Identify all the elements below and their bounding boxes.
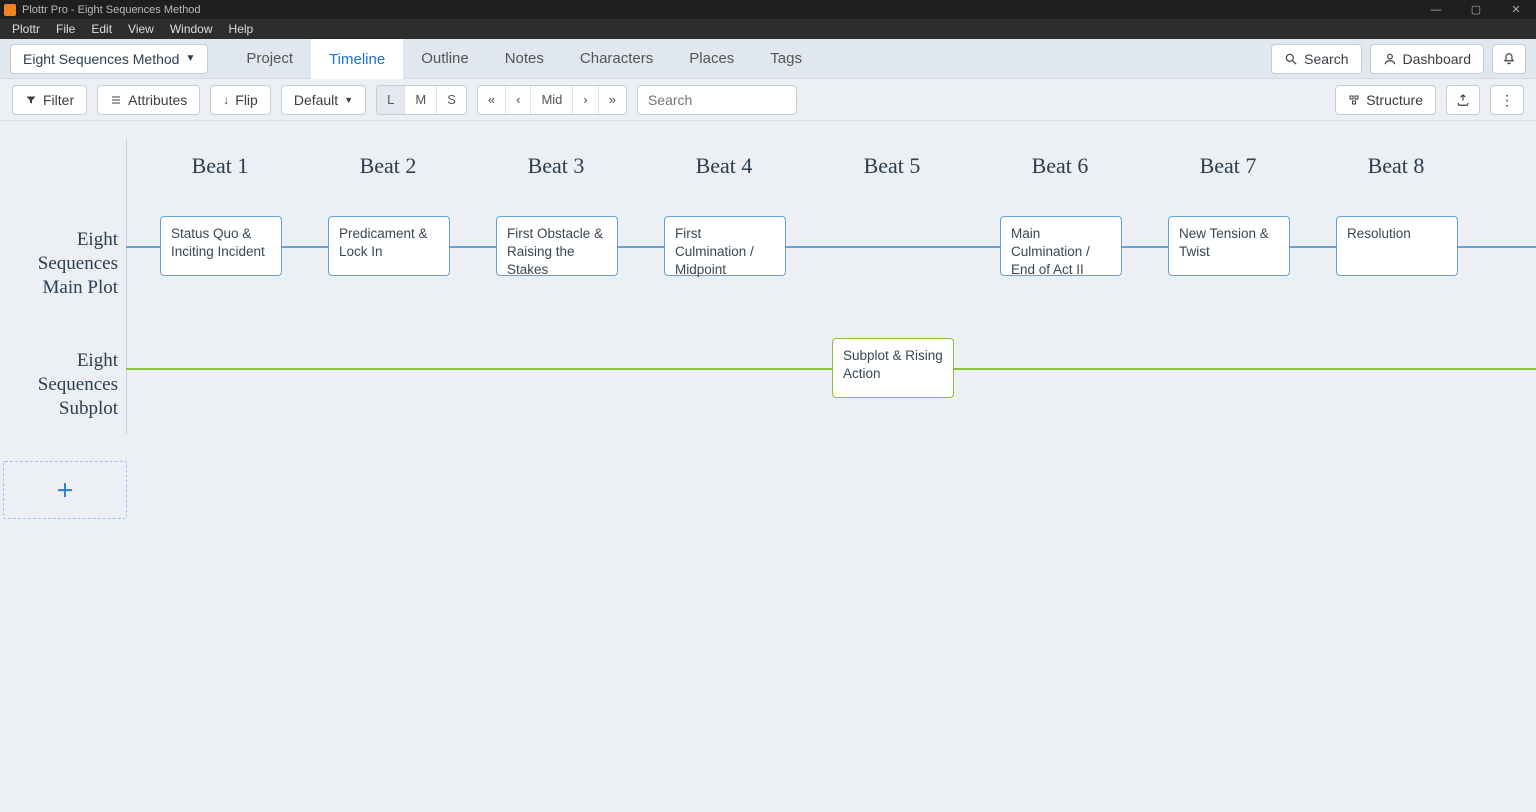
size-segments: L M S [376,85,467,115]
scene-card[interactable]: New Tension & Twist [1168,216,1290,276]
beat-header[interactable]: Beat 4 [640,153,808,179]
scene-card[interactable]: Predicament & Lock In [328,216,450,276]
zoom-dropdown[interactable]: Default ▼ [281,85,366,115]
size-large[interactable]: L [377,86,405,114]
menu-help[interactable]: Help [221,22,262,36]
menu-view[interactable]: View [120,22,162,36]
scene-card[interactable]: First Obstacle & Raising the Stakes [496,216,618,276]
structure-button[interactable]: Structure [1335,85,1436,115]
template-dropdown[interactable]: Eight Sequences Method ▼ [10,44,208,74]
size-medium[interactable]: M [405,86,437,114]
window-titlebar: Plottr Pro - Eight Sequences Method — ▢ … [0,0,1536,19]
flip-button[interactable]: ↓ Flip [210,85,271,115]
filter-button[interactable]: Filter [12,85,87,115]
list-icon [110,94,122,106]
tab-outline[interactable]: Outline [403,39,487,79]
tab-places[interactable]: Places [671,39,752,79]
plotline-name[interactable]: Eight Sequences Subplot [0,349,118,420]
more-vertical-icon: ⋮ [1500,93,1514,107]
beat-header[interactable]: Beat 7 [1144,153,1312,179]
dashboard-button-label: Dashboard [1403,51,1472,67]
tab-characters[interactable]: Characters [562,39,671,79]
timeline-toolbar: Filter Attributes ↓ Flip Default ▼ L M S… [0,79,1536,121]
scene-card[interactable]: Resolution [1336,216,1458,276]
tab-tags[interactable]: Tags [752,39,820,79]
flip-label: Flip [235,92,258,108]
beat-header[interactable]: Beat 6 [976,153,1144,179]
tab-notes[interactable]: Notes [487,39,562,79]
scene-card[interactable]: First Culmination / Midpoint [664,216,786,276]
scene-card[interactable]: Main Culmination / End of Act II [1000,216,1122,276]
nav-first[interactable]: « [478,86,506,114]
template-dropdown-label: Eight Sequences Method [23,51,179,67]
tab-project[interactable]: Project [228,39,311,79]
filter-label: Filter [43,92,74,108]
attributes-label: Attributes [128,92,187,108]
menu-edit[interactable]: Edit [83,22,120,36]
close-button[interactable]: ✕ [1496,3,1536,16]
menu-file[interactable]: File [48,22,83,36]
plotline-name[interactable]: Eight Sequences Main Plot [0,228,118,299]
nav-right: Search Dashboard [1271,44,1526,74]
more-button[interactable]: ⋮ [1490,85,1524,115]
beat-header[interactable]: Beat 1 [136,153,304,179]
search-button-label: Search [1304,51,1348,67]
add-plotline-button[interactable]: ＋ [3,461,127,519]
caret-down-icon: ▼ [185,53,195,64]
dashboard-button[interactable]: Dashboard [1370,44,1485,74]
search-button[interactable]: Search [1271,44,1361,74]
window-controls: — ▢ ✕ [1416,0,1536,19]
maximize-button[interactable]: ▢ [1456,3,1496,16]
scene-card[interactable]: Status Quo & Inciting Incident [160,216,282,276]
attributes-button[interactable]: Attributes [97,85,200,115]
search-icon [1284,52,1298,66]
menu-plottr[interactable]: Plottr [4,22,48,36]
timeline-search-input[interactable] [637,85,797,115]
user-icon [1383,52,1397,66]
filter-icon [25,94,37,106]
zoom-label: Default [294,92,338,108]
size-small[interactable]: S [437,86,466,114]
nav-prev[interactable]: ‹ [506,86,531,114]
caret-down-icon: ▼ [344,95,353,105]
plotline-line [126,368,1536,370]
nav-last[interactable]: » [599,86,626,114]
export-button[interactable] [1446,85,1480,115]
notifications-button[interactable] [1492,44,1526,74]
beat-header[interactable]: Beat 5 [808,153,976,179]
window-title: Plottr Pro - Eight Sequences Method [22,4,201,16]
scene-card[interactable]: Subplot & Rising Action [832,338,954,398]
minimize-button[interactable]: — [1416,4,1456,16]
beat-header[interactable]: Beat 3 [472,153,640,179]
menu-window[interactable]: Window [162,22,221,36]
nav-mid[interactable]: Mid [531,86,573,114]
beat-header[interactable]: Beat 8 [1312,153,1480,179]
menubar: Plottr File Edit View Window Help [0,19,1536,39]
export-icon [1456,93,1470,107]
tab-timeline[interactable]: Timeline [311,39,403,79]
flip-arrow-icon: ↓ [223,93,229,107]
track-separator [126,139,127,434]
structure-label: Structure [1366,92,1423,108]
plus-icon: ＋ [56,477,74,503]
nav-segments: « ‹ Mid › » [477,85,627,115]
main-tabs: Project Timeline Outline Notes Character… [228,39,820,79]
beat-header[interactable]: Beat 2 [304,153,472,179]
top-nav: Eight Sequences Method ▼ Project Timelin… [0,39,1536,79]
bell-icon [1502,52,1516,66]
structure-icon [1348,94,1360,106]
nav-next[interactable]: › [573,86,598,114]
timeline-canvas: Beat 1Beat 2Beat 3Beat 4Beat 5Beat 6Beat… [0,121,1536,812]
beat-header-row: Beat 1Beat 2Beat 3Beat 4Beat 5Beat 6Beat… [0,153,1536,193]
app-icon [4,4,16,16]
